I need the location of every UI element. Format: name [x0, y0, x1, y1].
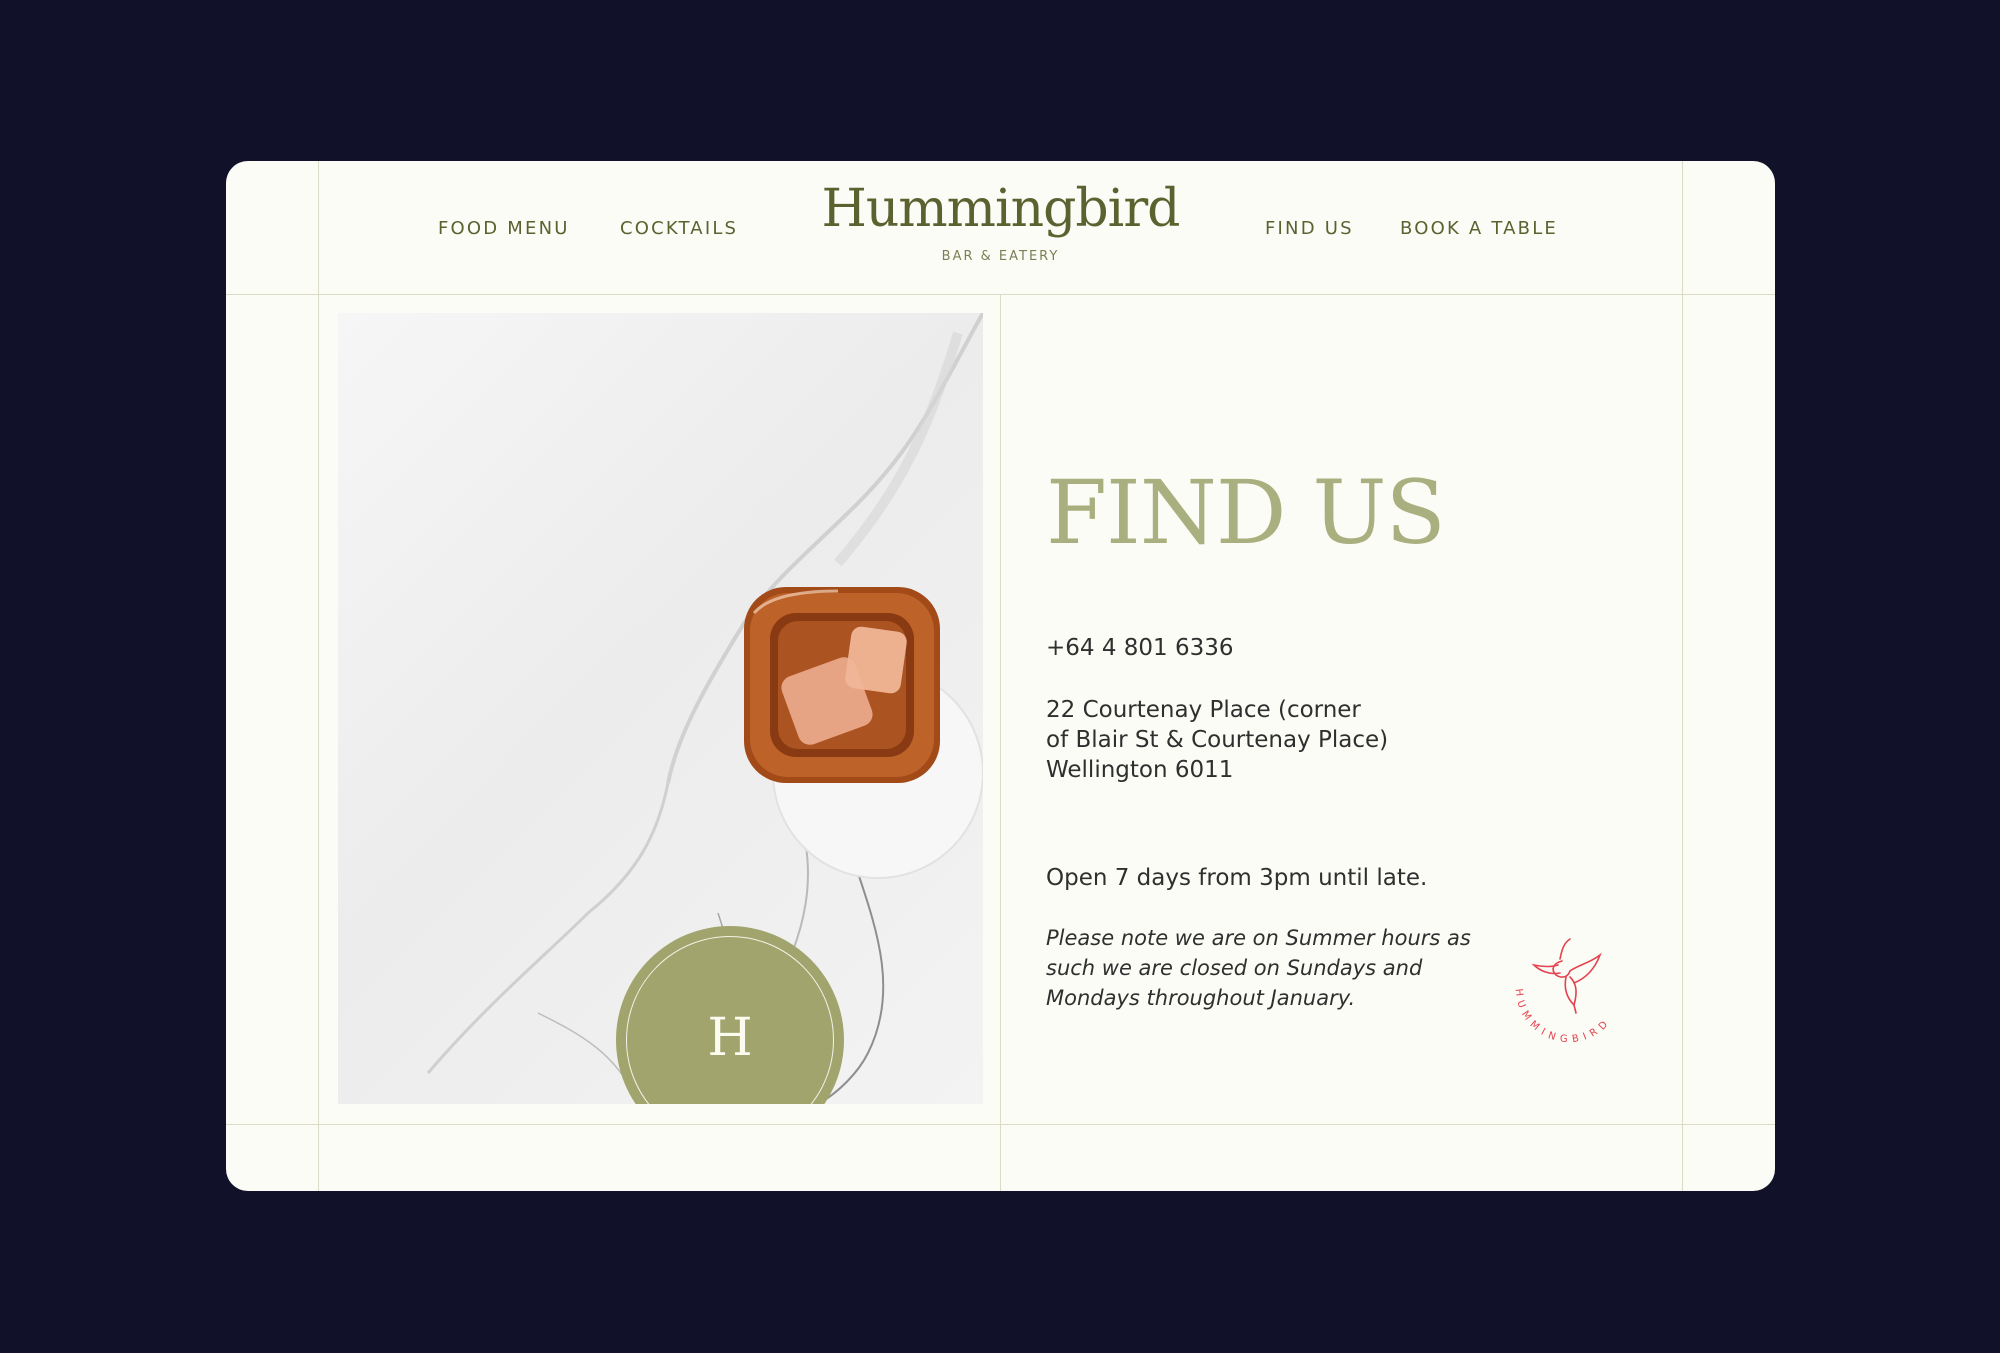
address-line: 22 Courtenay Place (corner [1046, 697, 1361, 723]
phone-number[interactable]: +64 4 801 6336 [1046, 635, 1234, 661]
grid-line [1682, 161, 1683, 1191]
grid-line [318, 161, 319, 1191]
grid-line [226, 1124, 1775, 1125]
summer-hours-note: Please note we are on Summer hours as su… [1046, 923, 1471, 1013]
note-line: such we are closed on Sundays and [1046, 956, 1423, 980]
page-title: FIND US [1046, 461, 1446, 564]
badge-letter: H [707, 1008, 753, 1068]
emblem-text: HUMMINGBIRD [1513, 988, 1609, 1045]
address: 22 Courtenay Place (corner of Blair St &… [1046, 695, 1388, 785]
page-card: FOOD MENU COCKTAILS FIND US BOOK A TABLE… [226, 161, 1775, 1191]
logo-subtitle: BAR & EATERY [941, 249, 1060, 264]
note-line: Mondays throughout January. [1046, 986, 1356, 1010]
hero-photo: H [338, 313, 983, 1104]
address-line: of Blair St & Courtenay Place) [1046, 727, 1389, 753]
grid-line [226, 294, 1775, 295]
opening-hours: Open 7 days from 3pm until late. [1046, 865, 1428, 891]
svg-text:HUMMINGBIRD: HUMMINGBIRD [1513, 988, 1614, 1045]
address-line: Wellington 6011 [1046, 757, 1234, 783]
note-line: Please note we are on Summer hours as [1046, 926, 1471, 950]
logo-name: Hummingbird [821, 179, 1181, 239]
site-logo[interactable]: Hummingbird BAR & EATERY [226, 179, 1775, 264]
grid-line [1000, 294, 1001, 1191]
hummingbird-icon: HUMMINGBIRD [1513, 938, 1614, 1045]
